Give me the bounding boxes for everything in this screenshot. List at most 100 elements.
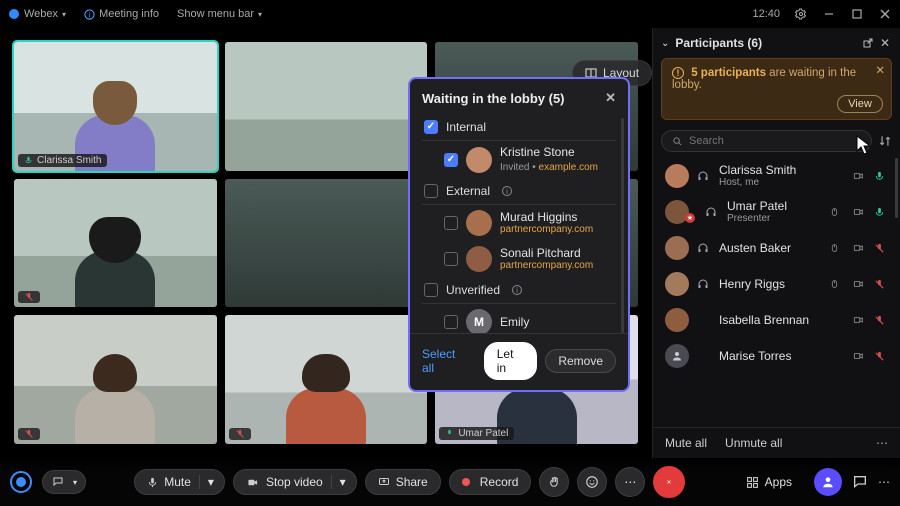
video-icon[interactable] xyxy=(852,243,866,253)
video-tile[interactable] xyxy=(225,315,428,444)
window-maximize[interactable] xyxy=(850,7,864,21)
headset-icon xyxy=(705,206,717,218)
record-button[interactable]: Record xyxy=(449,469,532,495)
mic-off-icon[interactable] xyxy=(874,242,888,255)
video-icon[interactable] xyxy=(852,171,866,181)
checkbox[interactable] xyxy=(424,283,438,297)
raise-hand-button[interactable] xyxy=(539,467,569,497)
mute-all-button[interactable]: Mute all xyxy=(665,436,707,450)
mic-off-icon[interactable] xyxy=(874,314,888,327)
unmute-all-button[interactable]: Unmute all xyxy=(725,436,782,450)
chevron-down-icon: ▾ xyxy=(62,10,66,19)
video-tile[interactable] xyxy=(14,315,217,444)
lobby-entry[interactable]: Kristine Stone Invited • example.com xyxy=(422,141,616,178)
clock: 12:40 xyxy=(752,8,780,20)
panels-more-button[interactable]: ⋯ xyxy=(878,475,890,489)
stop-video-button[interactable]: Stop video ▾ xyxy=(233,469,357,495)
checkbox[interactable] xyxy=(424,184,438,198)
popout-icon[interactable] xyxy=(862,37,874,49)
video-tile[interactable] xyxy=(225,179,428,308)
apps-button[interactable]: Apps xyxy=(734,470,804,494)
participant-row[interactable]: Clarissa SmithHost, me xyxy=(653,158,900,194)
share-button[interactable]: Share xyxy=(365,469,441,495)
chat-icon xyxy=(51,476,65,488)
mic-on-icon[interactable] xyxy=(874,170,888,183)
search-input[interactable] xyxy=(689,135,861,147)
window-close[interactable] xyxy=(878,7,892,21)
info-icon[interactable]: i xyxy=(512,285,522,295)
video-icon[interactable] xyxy=(852,351,866,361)
chat-button[interactable]: ▾ xyxy=(42,470,86,494)
chat-panel-toggle[interactable] xyxy=(852,474,868,490)
window-minimize[interactable] xyxy=(822,7,836,21)
chat-icon xyxy=(852,474,868,490)
mic-off-icon xyxy=(24,429,34,439)
lobby-section-unverified[interactable]: Unverified i xyxy=(422,277,616,304)
mute-button[interactable]: Mute ▾ xyxy=(134,469,225,495)
checkbox[interactable] xyxy=(444,216,458,230)
remote-control-icon xyxy=(830,242,844,254)
avatar xyxy=(665,272,689,296)
video-tile[interactable] xyxy=(14,179,217,308)
let-in-button[interactable]: Let in xyxy=(484,342,538,380)
settings-gear-icon[interactable] xyxy=(794,7,808,21)
participants-title: Participants (6) xyxy=(675,36,762,50)
end-call-button[interactable] xyxy=(653,466,685,498)
info-icon[interactable]: i xyxy=(502,186,512,196)
meeting-info[interactable]: i Meeting info xyxy=(84,8,159,20)
video-tile[interactable]: Clarissa Smith xyxy=(14,42,217,171)
svg-text:i: i xyxy=(89,10,91,19)
participants-search[interactable] xyxy=(661,130,872,152)
checkbox[interactable] xyxy=(444,153,458,167)
remove-button[interactable]: Remove xyxy=(545,349,616,373)
video-icon[interactable] xyxy=(852,279,866,289)
lobby-section-external[interactable]: External i xyxy=(422,178,616,205)
tile-nameplate xyxy=(18,428,40,440)
chevron-down-icon[interactable]: ▾ xyxy=(331,475,352,489)
video-icon[interactable] xyxy=(852,315,866,325)
participant-row[interactable]: Isabella Brennan xyxy=(653,302,900,338)
avatar xyxy=(665,308,689,332)
mic-off-icon[interactable] xyxy=(874,278,888,291)
participant-row[interactable]: Marise Torres xyxy=(653,338,900,374)
participant-row[interactable]: Henry Riggs xyxy=(653,266,900,302)
alert-close-icon[interactable]: ✕ xyxy=(875,63,885,77)
mic-on-icon[interactable] xyxy=(874,206,888,219)
mic-icon xyxy=(147,476,158,489)
more-icon[interactable]: ⋯ xyxy=(876,436,888,450)
participant-row[interactable]: Austen Baker xyxy=(653,230,900,266)
warning-icon: ! xyxy=(672,67,684,79)
lobby-entry[interactable]: Sonali Pitchard partnercompany.com xyxy=(422,241,616,277)
select-all-link[interactable]: Select all xyxy=(422,347,468,375)
headset-icon xyxy=(697,242,709,254)
lobby-entry[interactable]: M Emily xyxy=(422,304,616,333)
reactions-button[interactable] xyxy=(577,467,607,497)
lobby-section-internal[interactable]: Internal xyxy=(422,114,616,141)
participant-name: Austen Baker xyxy=(719,242,822,255)
participant-row[interactable]: ★Umar PatelPresenter xyxy=(653,194,900,230)
app-menu[interactable]: Webex ▾ xyxy=(8,8,66,20)
checkbox[interactable] xyxy=(444,252,458,266)
assistant-icon[interactable] xyxy=(10,471,32,493)
view-lobby-button[interactable]: View xyxy=(837,95,883,113)
chevron-down-icon[interactable]: ▾ xyxy=(199,475,220,489)
sort-icon[interactable] xyxy=(878,134,892,148)
participants-panel-toggle[interactable] xyxy=(814,468,842,496)
video-tile[interactable] xyxy=(225,42,428,171)
video-icon[interactable] xyxy=(852,207,866,217)
mic-off-icon xyxy=(235,429,245,439)
show-menu-bar[interactable]: Show menu bar ▾ xyxy=(177,8,262,20)
mic-off-icon[interactable] xyxy=(874,350,888,363)
close-icon[interactable]: ✕ xyxy=(605,90,616,106)
meeting-controls: ▾ Mute ▾ Stop video ▾ Share Record ⋯ xyxy=(0,458,900,506)
close-icon[interactable]: ✕ xyxy=(880,36,890,50)
more-options-button[interactable]: ⋯ xyxy=(615,467,645,497)
checkbox[interactable] xyxy=(424,120,438,134)
checkbox[interactable] xyxy=(444,315,458,329)
more-icon: ⋯ xyxy=(624,475,636,489)
chevron-down-icon[interactable]: ⌄ xyxy=(661,38,669,49)
participant-name: Clarissa SmithHost, me xyxy=(719,164,844,188)
lobby-entry[interactable]: Murad Higgins partnercompany.com xyxy=(422,205,616,241)
participants-list: Clarissa SmithHost, me ★Umar PatelPresent… xyxy=(653,158,900,427)
headset-icon xyxy=(697,170,709,182)
